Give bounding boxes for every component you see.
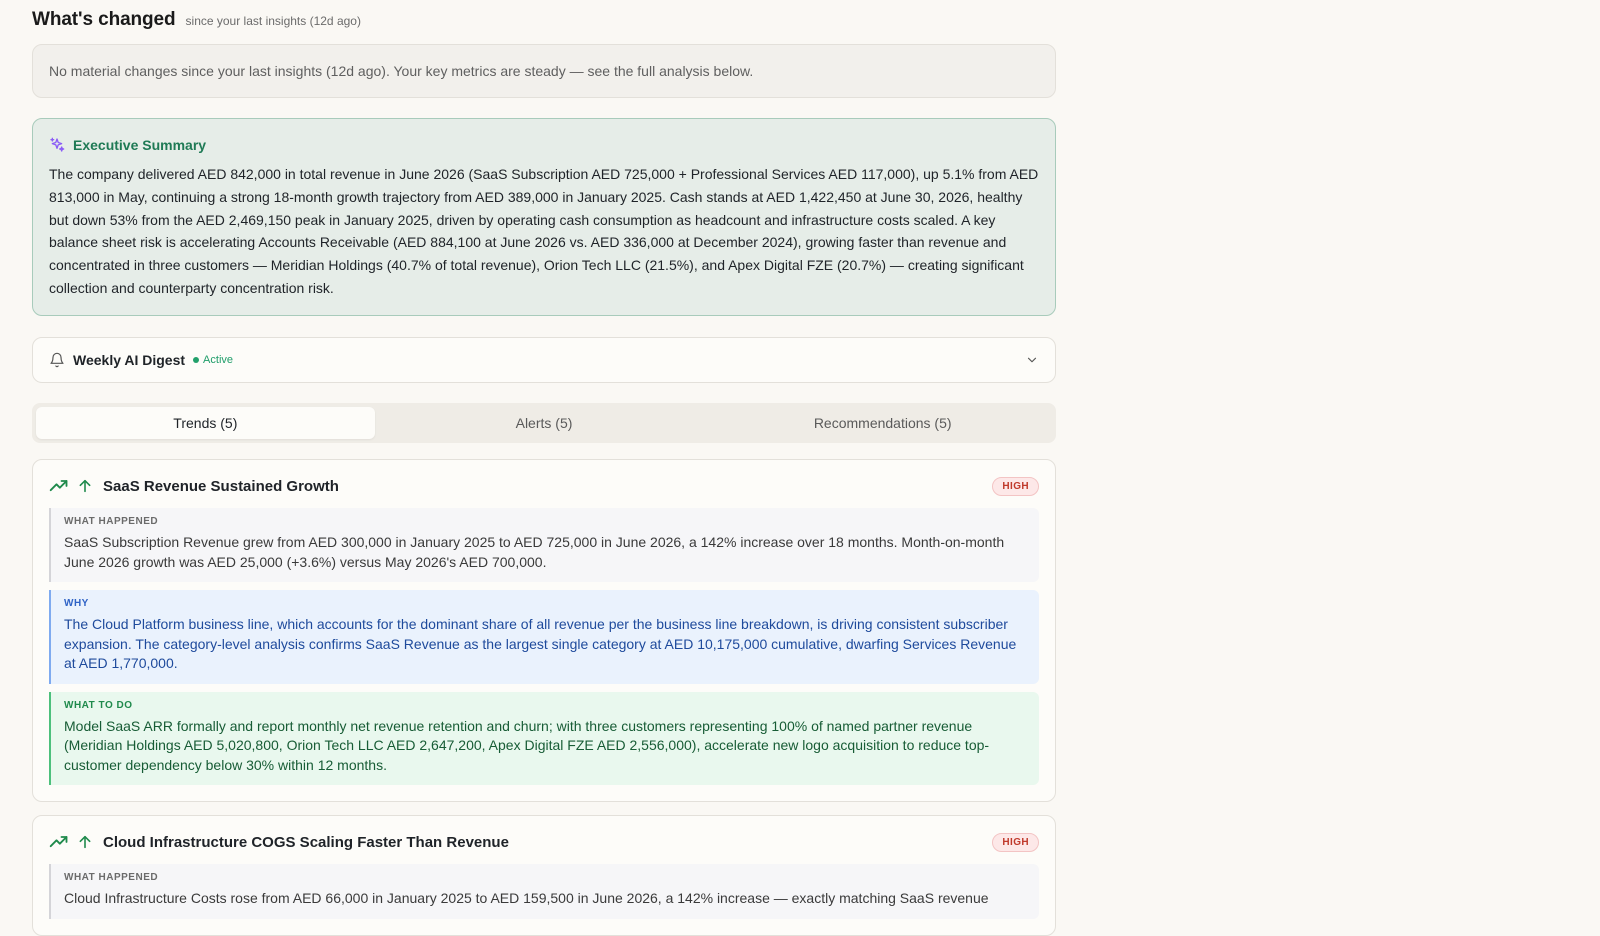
trend-card-header: Cloud Infrastructure COGS Scaling Faster… <box>49 832 1039 852</box>
executive-summary-card: Executive Summary The company delivered … <box>32 118 1056 316</box>
trend-title: Cloud Infrastructure COGS Scaling Faster… <box>103 833 509 851</box>
trend-card: Cloud Infrastructure COGS Scaling Faster… <box>32 815 1056 936</box>
trending-up-icon <box>49 476 69 496</box>
what-to-do-label: WHAT TO DO <box>64 699 133 711</box>
sparkles-icon <box>49 137 65 153</box>
whats-changed-header: What's changed since your last insights … <box>32 0 1056 40</box>
what-to-do-section: WHAT TO DO Model SaaS ARR formally and r… <box>49 691 1039 785</box>
why-section: WHY The Cloud Platform business line, wh… <box>49 590 1039 684</box>
what-happened-label: WHAT HAPPENED <box>64 516 159 527</box>
tab-alerts[interactable]: Alerts (5) <box>375 407 714 439</box>
what-to-do-text: Model SaaS ARR formally and report month… <box>64 717 990 773</box>
why-text: The Cloud Platform business line, which … <box>64 616 1017 671</box>
whats-changed-title: What's changed <box>32 9 176 30</box>
tab-trends[interactable]: Trends (5) <box>36 407 375 439</box>
whats-changed-message: No material changes since your last insi… <box>49 63 754 79</box>
why-label: WHY <box>64 598 89 609</box>
executive-summary-header: Executive Summary <box>49 135 1039 155</box>
chevron-down-icon[interactable] <box>1025 353 1039 367</box>
insights-tabs: Trends (5) Alerts (5) Recommendations (5… <box>32 403 1056 443</box>
priority-badge: HIGH <box>992 832 1039 852</box>
whats-changed-message-box: No material changes since your last insi… <box>32 44 1056 98</box>
bell-icon <box>49 352 65 368</box>
executive-summary-title: Executive Summary <box>73 137 207 153</box>
what-happened-section: WHAT HAPPENED Cloud Infrastructure Costs… <box>49 864 1039 919</box>
trending-up-icon <box>49 832 69 852</box>
insights-panel: What's changed since your last insights … <box>32 0 1056 936</box>
status-dot-icon <box>193 357 200 363</box>
arrow-up-icon <box>77 834 93 850</box>
tab-recommendations[interactable]: Recommendations (5) <box>713 407 1052 439</box>
what-happened-text: SaaS Subscription Revenue grew from AED … <box>64 534 1005 570</box>
whats-changed-subtitle: since your last insights (12d ago) <box>185 14 361 28</box>
priority-badge: HIGH <box>992 476 1039 496</box>
digest-status-badge: Active <box>193 354 233 366</box>
what-happened-text: Cloud Infrastructure Costs rose from AED… <box>64 890 989 906</box>
trend-card-header: SaaS Revenue Sustained Growth HIGH <box>49 476 1039 496</box>
trend-card: SaaS Revenue Sustained Growth HIGH WHAT … <box>32 459 1056 802</box>
weekly-digest-title: Weekly AI Digest <box>73 352 186 368</box>
what-happened-section: WHAT HAPPENED SaaS Subscription Revenue … <box>49 508 1039 582</box>
executive-summary-text: The company delivered AED 842,000 in tot… <box>49 166 1039 296</box>
digest-status-label: Active <box>203 354 234 366</box>
arrow-up-icon <box>77 478 93 494</box>
weekly-digest-toggle[interactable]: Weekly AI Digest Active <box>32 337 1056 383</box>
what-happened-label: WHAT HAPPENED <box>64 872 159 883</box>
trend-title: SaaS Revenue Sustained Growth <box>103 477 339 495</box>
